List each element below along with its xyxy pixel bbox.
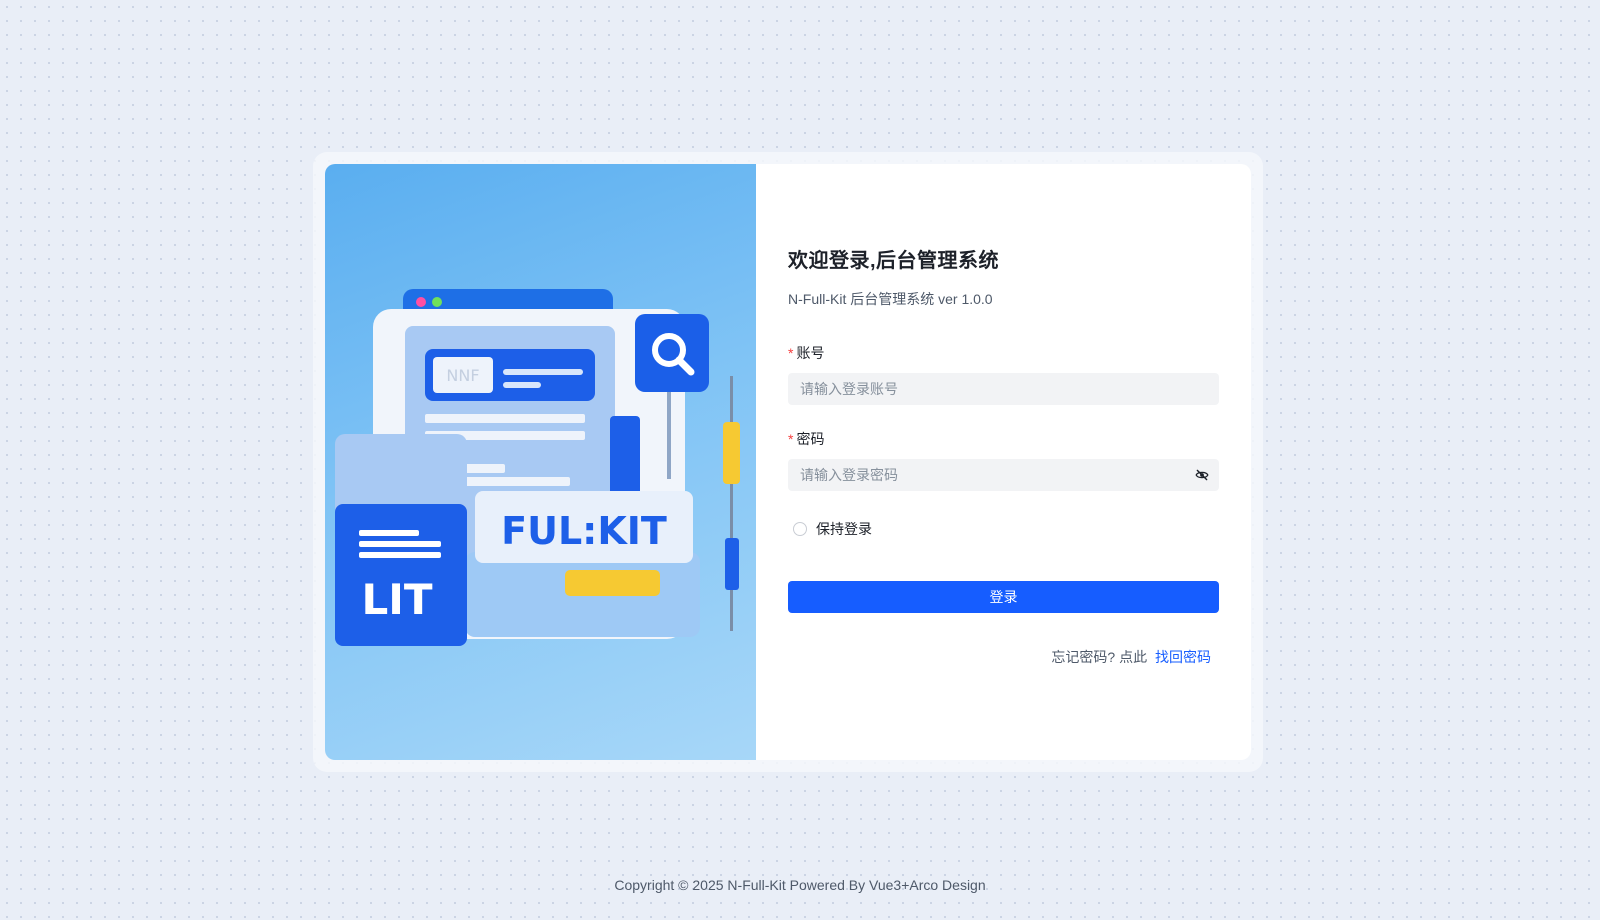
footer-copyright: Copyright © 2025 N-Full-Kit Powered By V…	[614, 877, 986, 893]
remember-label: 保持登录	[816, 521, 872, 537]
login-form-panel: 欢迎登录,后台管理系统 N-Full-Kit 后台管理系统 ver 1.0.0 …	[756, 164, 1251, 760]
hero-illustration-svg: NNF FUL:KIT LIT	[335, 289, 740, 646]
login-button[interactable]: 登录	[788, 581, 1219, 613]
page-title: 欢迎登录,后台管理系统	[788, 250, 1000, 272]
login-card: NNF FUL:KIT LIT 欢迎登录,后台管理系统 N-Full-Kit 后…	[325, 164, 1251, 760]
hero-illustration: NNF FUL:KIT LIT	[325, 164, 756, 760]
account-placeholder: 请输入登录账号	[800, 381, 898, 397]
eye-off-icon[interactable]	[1195, 468, 1209, 482]
account-label-text: 账号	[796, 345, 825, 361]
login-card-frame: NNF FUL:KIT LIT 欢迎登录,后台管理系统 N-Full-Kit 后…	[313, 152, 1263, 772]
account-label: * 账号	[788, 343, 1219, 363]
required-mark: *	[788, 345, 794, 361]
hero-side-text: LIT	[361, 575, 432, 624]
password-placeholder: 请输入登录密码	[800, 467, 898, 483]
hero-badge-text: NNF	[446, 366, 479, 385]
password-label: * 密码	[788, 429, 1219, 449]
search-icon	[635, 314, 709, 392]
page-subtitle: N-Full-Kit 后台管理系统 ver 1.0.0	[788, 291, 993, 307]
password-input[interactable]: 请输入登录密码	[788, 459, 1219, 491]
forgot-prefix: 忘记密码? 点此	[1051, 649, 1148, 665]
hero-brand-text: FUL:KIT	[501, 509, 667, 553]
remember-me[interactable]: 保持登录	[788, 519, 1219, 539]
forgot-password-link[interactable]: 找回密码	[1155, 649, 1211, 665]
password-label-text: 密码	[796, 431, 825, 447]
account-input[interactable]: 请输入登录账号	[788, 373, 1219, 405]
forgot-password: 忘记密码? 点此 找回密码	[1051, 647, 1211, 667]
remember-checkbox[interactable]	[793, 522, 807, 536]
required-mark: *	[788, 431, 794, 447]
